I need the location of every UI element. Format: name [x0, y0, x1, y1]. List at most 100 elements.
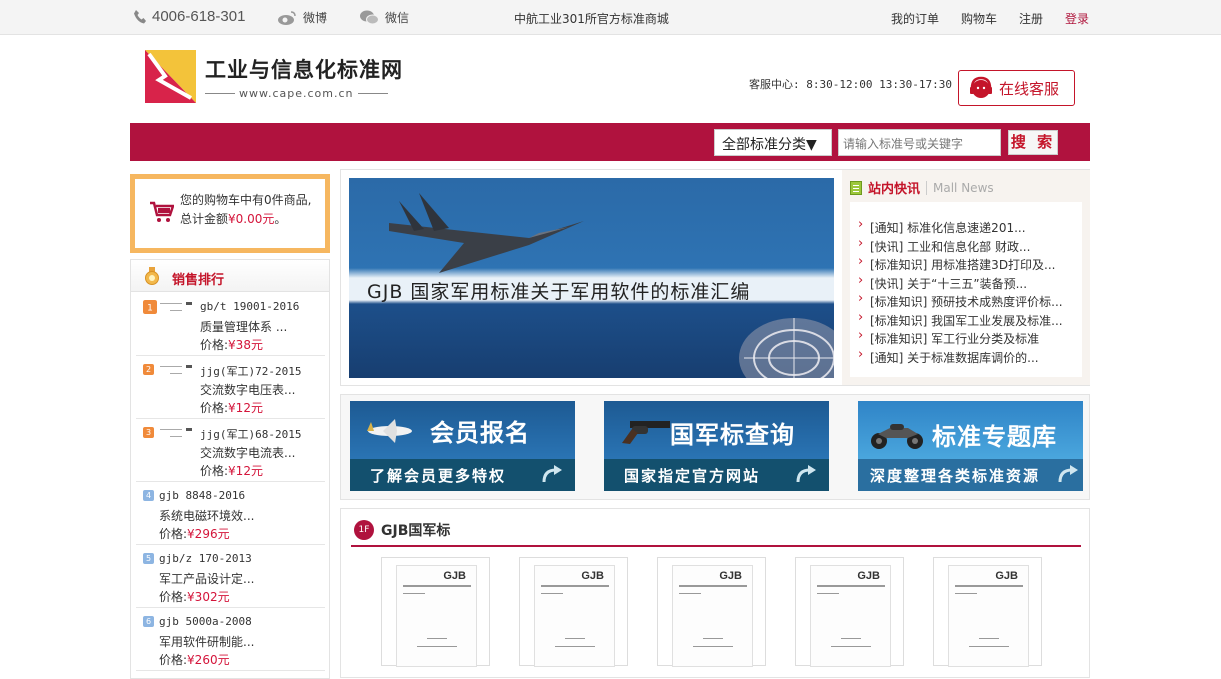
hotline: 4006-618-301: [133, 8, 245, 25]
divider: [955, 593, 977, 594]
news-item[interactable]: [快讯] 关于“十三五”装备预...: [850, 275, 1082, 294]
product-card[interactable]: GJB: [657, 557, 766, 667]
register-link[interactable]: 注册: [1019, 10, 1043, 27]
divider: [403, 585, 471, 587]
banner-area: GJB 国家军用标准关于军用软件的标准汇编 站内快讯 Mall News [通知…: [340, 169, 1090, 386]
divider: [357, 92, 388, 94]
phone-icon: [134, 10, 146, 24]
price-value: ¥12元: [228, 464, 263, 478]
product-price: 价格:¥12元: [200, 462, 263, 479]
divider: [817, 593, 839, 594]
cart-summary[interactable]: 您的购物车中有0件商品, 总计金额¥0.00元。: [130, 174, 330, 253]
news-item[interactable]: [标准知识] 预研技术成熟度评价标...: [850, 293, 1082, 312]
news-item[interactable]: [标准知识] 用标准搭建3D打印及...: [850, 256, 1082, 275]
list-item[interactable]: 1 gb/t 19001-2016 质量管理体系 ... 价格:¥38元: [136, 293, 325, 356]
divider: [427, 638, 447, 639]
tile-subtitle: 了解会员更多特权: [370, 467, 507, 485]
logo-mark-icon: [145, 50, 196, 103]
product-card[interactable]: GJB: [795, 557, 904, 667]
list-item[interactable]: 6 gjb 5000a-2008 军用软件研制能... 价格:¥260元: [136, 608, 325, 671]
svg-text:1: 1: [147, 304, 153, 314]
promo-tiles: 会员报名 了解会员更多特权 国军标查询 国家指定官方网站 标准专题库 深度整理各…: [340, 394, 1090, 500]
weibo-icon: [278, 10, 296, 25]
gjb-section-header: 1F GJB国军标: [351, 517, 1081, 547]
online-service-button[interactable]: 在线客服: [958, 70, 1075, 106]
logo-url: www.cape.com.cn: [239, 86, 354, 100]
list-item[interactable]: 2 jjg(军工)72-2015 交流数字电压表... 价格:¥12元: [136, 356, 325, 419]
product-card[interactable]: GJB: [519, 557, 628, 667]
list-item[interactable]: 3 jjg(军工)68-2015 交流数字电流表... 价格:¥12元: [136, 419, 325, 482]
product-card[interactable]: GJB: [933, 557, 1042, 667]
product-name[interactable]: 质量管理体系 ...: [200, 318, 287, 335]
search-input[interactable]: 请输入标准号或关键字: [838, 129, 1001, 156]
product-name[interactable]: 军工产品设计定...: [159, 570, 254, 587]
product-name[interactable]: 系统电磁环境效...: [159, 507, 254, 524]
news-item[interactable]: [快讯] 工业和信息化部 财政...: [850, 238, 1082, 257]
product-price: 价格:¥38元: [200, 336, 263, 353]
price-label: 价格:: [200, 401, 229, 415]
airplane-icon: [367, 419, 412, 443]
tile-title: 标准专题库: [932, 423, 1057, 451]
divider: [703, 638, 723, 639]
news-subtitle: Mall News: [926, 180, 994, 195]
weixin-link[interactable]: 微信: [359, 9, 409, 26]
book-label: GJB: [857, 570, 880, 582]
online-service-label: 在线客服: [999, 79, 1060, 98]
cart-link[interactable]: 购物车: [961, 10, 997, 27]
standards-library-tile[interactable]: 标准专题库 深度整理各类标准资源: [858, 401, 1083, 491]
price-label: 价格:: [159, 653, 188, 667]
site-logo[interactable]: 工业与信息化标准网 www.cape.com.cn: [145, 50, 403, 103]
top-bar: 4006-618-301 微博 微信 中航工业301所官方标准商城 我的订单 购…: [0, 0, 1221, 35]
news-item[interactable]: [通知] 标准化信息速递201...: [850, 219, 1082, 238]
gjb-query-tile[interactable]: 国军标查询 国家指定官方网站: [604, 401, 829, 491]
price-value: ¥296元: [187, 527, 230, 541]
product-card[interactable]: GJB: [381, 557, 490, 667]
sales-ranking: 销售排行 1 gb/t 19001-2016 质量管理体系 ... 价格:¥38…: [130, 259, 330, 679]
news-item[interactable]: [标准知识] 我国军工业发展及标准...: [850, 312, 1082, 331]
price-label: 价格:: [159, 527, 188, 541]
tile-title: 会员报名: [430, 419, 530, 447]
divider: [555, 646, 595, 647]
motorcycle-icon: [871, 424, 923, 449]
login-link[interactable]: 登录: [1065, 10, 1089, 27]
ranking-title: 销售排行: [172, 273, 225, 288]
my-orders-link[interactable]: 我的订单: [891, 10, 939, 27]
product-price: 价格:¥12元: [200, 399, 263, 416]
weibo-link[interactable]: 微博: [277, 9, 327, 26]
rank-number-badge: 3: [143, 427, 154, 438]
news-item[interactable]: [通知] 关于标准数据库调价的...: [850, 349, 1082, 368]
arrow-icon: [542, 465, 562, 483]
list-item[interactable]: 4 gjb 8848-2016 系统电磁环境效... 价格:¥296元: [136, 482, 325, 545]
divider: [417, 646, 457, 647]
member-signup-tile[interactable]: 会员报名 了解会员更多特权: [350, 401, 575, 491]
site-slogan: 中航工业301所官方标准商城: [514, 12, 669, 26]
news-item[interactable]: [标准知识] 军工行业分类及标准: [850, 330, 1082, 349]
hotline-number: 4006-618-301: [152, 8, 246, 25]
top-seller-badge-icon: 1: [143, 300, 157, 314]
rank-number-badge: 2: [143, 364, 154, 375]
section-title[interactable]: GJB国军标: [381, 520, 450, 540]
tile-bottom: 深度整理各类标准资源: [858, 459, 1083, 491]
site-header: 工业与信息化标准网 www.cape.com.cn 客服中心: 8:30-12:…: [0, 35, 1221, 123]
product-name[interactable]: 交流数字电压表...: [200, 381, 295, 398]
promo-banner[interactable]: GJB 国家军用标准关于军用软件的标准汇编: [349, 178, 834, 378]
book-label: GJB: [995, 570, 1018, 582]
user-links: 我的订单 购物车 注册 登录: [891, 10, 1089, 27]
divider: [403, 593, 425, 594]
price-value: ¥302元: [187, 590, 230, 604]
category-select[interactable]: 全部标准分类▼: [714, 129, 832, 156]
radar-dish-icon: [739, 318, 834, 378]
search-button[interactable]: 搜 索: [1008, 130, 1058, 155]
price-label: 价格:: [200, 464, 229, 478]
book-cover: GJB: [672, 565, 753, 667]
price-value: ¥12元: [228, 401, 263, 415]
price-value: ¥260元: [187, 653, 230, 667]
divider: [541, 593, 563, 594]
gjb-section: 1F GJB国军标 GJB GJB GJB GJB GJB: [340, 508, 1090, 678]
news-header: 站内快讯 Mall News: [850, 178, 994, 197]
product-name[interactable]: 军用软件研制能...: [159, 633, 254, 650]
product-code: gjb/z 170-2013: [159, 552, 252, 565]
product-name[interactable]: 交流数字电流表...: [200, 444, 295, 461]
divider: [831, 646, 871, 647]
list-item[interactable]: 5 gjb/z 170-2013 军工产品设计定... 价格:¥302元: [136, 545, 325, 608]
